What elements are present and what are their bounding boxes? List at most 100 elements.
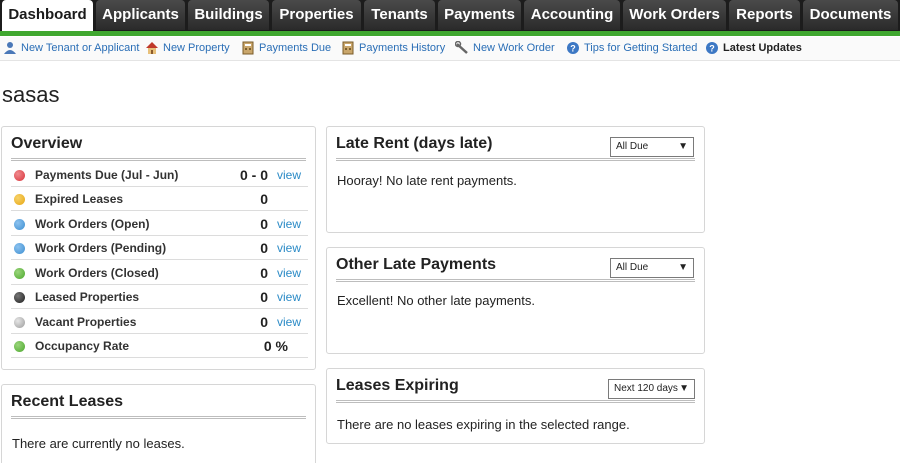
overview-label: Payments Due (Jul - Jun) bbox=[35, 168, 179, 182]
overview-title: Overview bbox=[11, 135, 83, 152]
quicklink-latest-updates[interactable]: ? Latest Updates bbox=[705, 41, 802, 55]
overview-row: Work Orders (Open) 0 view bbox=[11, 212, 308, 236]
quicklink-payments-history[interactable]: Payments History bbox=[341, 41, 445, 55]
recent-leases-header: Recent Leases bbox=[11, 385, 306, 419]
quick-links-bar: New Tenant or Applicant New Property Pay… bbox=[0, 37, 900, 61]
leases-expiring-filter-select[interactable]: Next 120 days ▼ bbox=[608, 379, 695, 399]
svg-text:?: ? bbox=[570, 44, 576, 54]
overview-header: Overview bbox=[11, 127, 306, 161]
wrench-icon bbox=[454, 40, 469, 55]
status-dot-icon bbox=[14, 243, 25, 254]
other-late-title: Other Late Payments bbox=[336, 256, 497, 273]
overview-label: Work Orders (Open) bbox=[35, 217, 150, 231]
quicklink-payments-due[interactable]: Payments Due bbox=[241, 41, 331, 55]
status-dot-icon bbox=[14, 170, 25, 181]
overview-row: Vacant Properties 0 view bbox=[11, 310, 308, 334]
overview-row: Work Orders (Pending) 0 view bbox=[11, 236, 308, 260]
late-rent-filter-select[interactable]: All Due ▼ bbox=[610, 137, 694, 157]
quicklink-label: New Work Order bbox=[473, 42, 555, 54]
overview-label: Occupancy Rate bbox=[35, 339, 130, 353]
quicklink-label: Payments Due bbox=[259, 42, 332, 54]
late-rent-header: Late Rent (days late) All Due ▼ bbox=[336, 127, 695, 161]
view-link[interactable]: view bbox=[277, 217, 301, 231]
other-late-filter-select[interactable]: All Due ▼ bbox=[610, 258, 694, 278]
tab-applicants[interactable]: Applicants bbox=[96, 0, 185, 30]
tab-documents[interactable]: Documents bbox=[803, 0, 898, 30]
overview-label: Work Orders (Pending) bbox=[35, 241, 167, 255]
quicklink-new-tenant[interactable]: New Tenant or Applicant bbox=[3, 41, 139, 55]
help-icon: ? bbox=[705, 41, 719, 55]
view-link[interactable]: view bbox=[277, 290, 301, 304]
quicklink-label: Tips for Getting Started bbox=[584, 42, 698, 54]
overview-label: Work Orders (Closed) bbox=[35, 266, 159, 280]
svg-text:?: ? bbox=[709, 44, 715, 54]
other-late-message: Excellent! No other late payments. bbox=[337, 293, 535, 308]
quicklink-label: Latest Updates bbox=[723, 42, 802, 54]
view-link[interactable]: view bbox=[277, 266, 301, 280]
calculator-icon bbox=[241, 41, 255, 55]
view-link[interactable]: view bbox=[277, 315, 301, 329]
tab-dashboard[interactable]: Dashboard bbox=[2, 0, 93, 31]
overview-label: Expired Leases bbox=[35, 192, 124, 206]
overview-row: Leased Properties 0 view bbox=[11, 285, 308, 309]
overview-row: Expired Leases 0 bbox=[11, 187, 308, 211]
quicklink-new-property[interactable]: New Property bbox=[145, 41, 230, 55]
overview-value: 0 bbox=[260, 289, 268, 305]
other-late-panel: Other Late Payments All Due ▼ Excellent!… bbox=[326, 247, 705, 354]
nav-accent-bar bbox=[0, 31, 900, 36]
overview-label: Leased Properties bbox=[35, 290, 140, 304]
quicklink-label: Payments History bbox=[359, 42, 446, 54]
quicklink-tips[interactable]: ? Tips for Getting Started bbox=[566, 41, 697, 55]
overview-value: 0 bbox=[260, 240, 268, 256]
house-icon bbox=[145, 41, 159, 55]
overview-value: 0 bbox=[260, 314, 268, 330]
view-link[interactable]: view bbox=[277, 168, 301, 182]
tab-payments[interactable]: Payments bbox=[438, 0, 521, 30]
recent-leases-title: Recent Leases bbox=[11, 393, 124, 410]
help-icon: ? bbox=[566, 41, 580, 55]
view-link[interactable]: view bbox=[277, 241, 301, 255]
leases-expiring-message: There are no leases expiring in the sele… bbox=[337, 417, 630, 432]
late-rent-panel: Late Rent (days late) All Due ▼ Hooray! … bbox=[326, 126, 705, 233]
quicklink-new-work-order[interactable]: New Work Order bbox=[454, 40, 555, 55]
leases-expiring-title: Leases Expiring bbox=[336, 377, 459, 394]
chevron-down-icon: ▼ bbox=[678, 141, 688, 152]
overview-value: 0 bbox=[260, 265, 268, 281]
quicklink-label: New Tenant or Applicant bbox=[21, 42, 140, 54]
status-dot-icon bbox=[14, 292, 25, 303]
status-dot-icon bbox=[14, 341, 25, 352]
status-dot-icon bbox=[14, 194, 25, 205]
overview-value: 0 bbox=[260, 216, 268, 232]
recent-leases-panel: Recent Leases There are currently no lea… bbox=[1, 384, 316, 463]
overview-panel: Overview Payments Due (Jul - Jun) 0 - 0 … bbox=[1, 126, 316, 370]
tab-properties[interactable]: Properties bbox=[272, 0, 361, 30]
select-value: Next 120 days bbox=[614, 383, 678, 394]
select-value: All Due bbox=[616, 262, 649, 273]
chevron-down-icon: ▼ bbox=[679, 383, 689, 394]
status-dot-icon bbox=[14, 219, 25, 230]
leases-expiring-header: Leases Expiring Next 120 days ▼ bbox=[336, 369, 695, 403]
calculator-icon bbox=[341, 41, 355, 55]
late-rent-message: Hooray! No late rent payments. bbox=[337, 173, 517, 188]
tab-buildings[interactable]: Buildings bbox=[188, 0, 269, 30]
overview-label: Vacant Properties bbox=[35, 315, 137, 329]
chevron-down-icon: ▼ bbox=[678, 262, 688, 273]
status-dot-icon bbox=[14, 268, 25, 279]
status-dot-icon bbox=[14, 317, 25, 328]
overview-value: 0 bbox=[260, 191, 268, 207]
overview-row: Payments Due (Jul - Jun) 0 - 0 view bbox=[11, 163, 308, 187]
overview-row: Work Orders (Closed) 0 view bbox=[11, 261, 308, 285]
tab-work-orders[interactable]: Work Orders bbox=[623, 0, 726, 30]
leases-expiring-panel: Leases Expiring Next 120 days ▼ There ar… bbox=[326, 368, 705, 444]
late-rent-title: Late Rent (days late) bbox=[336, 135, 493, 152]
other-late-header: Other Late Payments All Due ▼ bbox=[336, 248, 695, 282]
quicklink-label: New Property bbox=[163, 42, 230, 54]
user-icon bbox=[3, 41, 17, 55]
tab-accounting[interactable]: Accounting bbox=[524, 0, 620, 30]
tab-reports[interactable]: Reports bbox=[729, 0, 800, 30]
overview-row: Occupancy Rate 0 % bbox=[11, 334, 308, 358]
overview-value: 0 % bbox=[263, 338, 288, 354]
tab-tenants[interactable]: Tenants bbox=[364, 0, 435, 30]
top-nav: Dashboard Applicants Buildings Propertie… bbox=[0, 0, 900, 34]
recent-leases-message: There are currently no leases. bbox=[12, 436, 185, 451]
